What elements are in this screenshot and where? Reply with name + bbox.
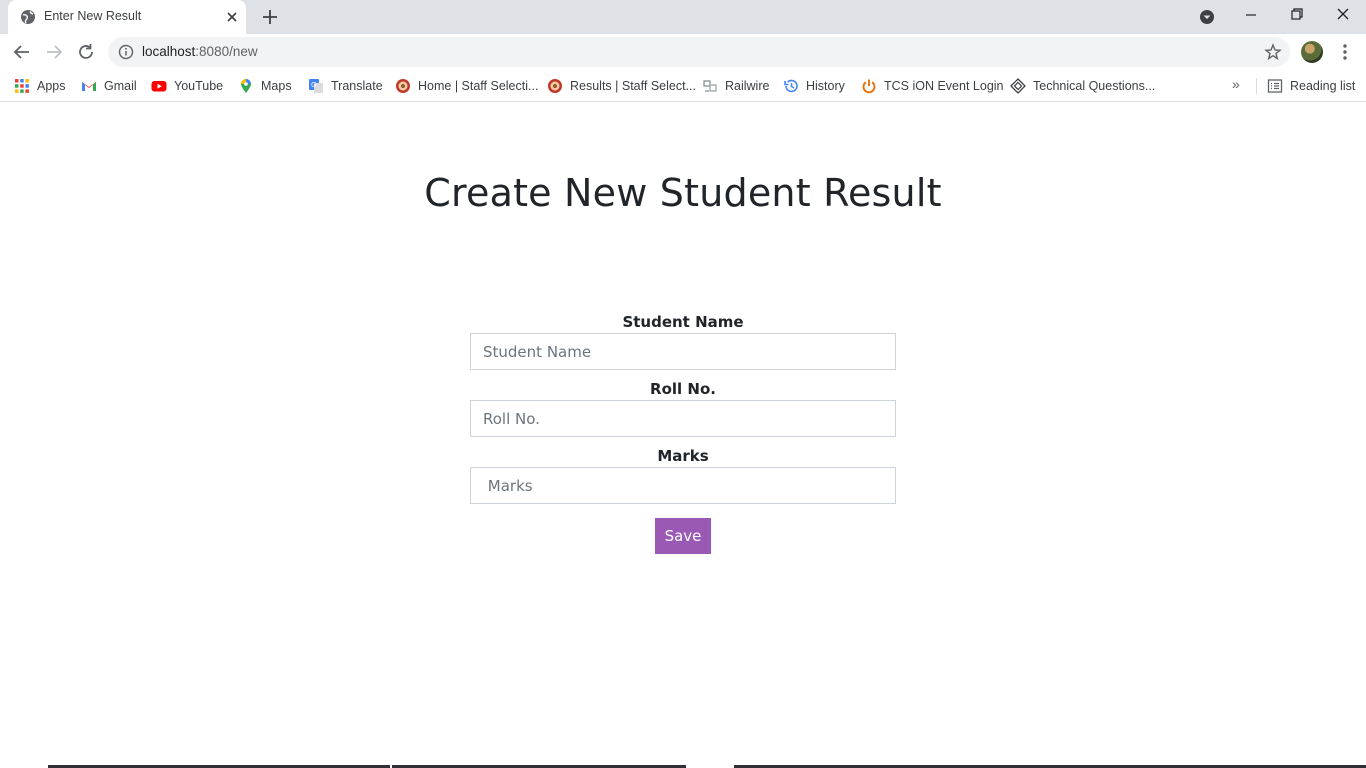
reading-list-icon bbox=[1267, 79, 1283, 93]
reading-list-button[interactable]: Reading list bbox=[1267, 76, 1355, 96]
address-bar[interactable]: localhost:8080/new bbox=[108, 37, 1290, 67]
bookmark-label: TCS iON Event Login bbox=[884, 79, 1004, 93]
bookmark-label: YouTube bbox=[174, 79, 224, 93]
url-host: localhost bbox=[142, 44, 196, 59]
page-title: Create New Student Result bbox=[424, 171, 942, 215]
power-icon bbox=[862, 79, 876, 94]
bookmark-apps[interactable]: Apps bbox=[14, 76, 66, 96]
bookmark-label: Maps bbox=[261, 79, 292, 93]
bookmark-maps[interactable]: Maps bbox=[238, 76, 292, 96]
info-icon[interactable] bbox=[118, 44, 134, 60]
svg-text:G: G bbox=[311, 81, 316, 89]
bookmark-technical-questions[interactable]: Technical Questions... bbox=[1010, 76, 1155, 96]
back-arrow-icon[interactable] bbox=[11, 41, 33, 63]
maps-icon bbox=[241, 79, 251, 93]
profile-avatar[interactable] bbox=[1301, 41, 1323, 63]
bookmark-gmail[interactable]: Gmail bbox=[81, 76, 137, 96]
save-button[interactable]: Save bbox=[655, 518, 711, 554]
page-content: Create New Student Result Student Name R… bbox=[0, 103, 1366, 768]
close-window-icon[interactable] bbox=[1320, 0, 1366, 34]
tab-search-icon[interactable] bbox=[1184, 0, 1230, 34]
url-text: localhost:8080/new bbox=[142, 44, 258, 59]
apps-grid-icon bbox=[15, 79, 29, 93]
reading-list-label: Reading list bbox=[1290, 79, 1356, 93]
reload-icon[interactable] bbox=[75, 41, 97, 63]
restore-icon[interactable] bbox=[1274, 0, 1320, 34]
ssc-emblem-icon bbox=[548, 79, 562, 93]
tab-active[interactable]: Enter New Result bbox=[8, 0, 246, 34]
bookmark-ssc-results[interactable]: Results | Staff Select... bbox=[547, 76, 696, 96]
bookmark-label: Railwire bbox=[725, 79, 770, 93]
bookmark-label: Translate bbox=[331, 79, 383, 93]
browser-chrome: Enter New Result localhost:8080/new Apps… bbox=[0, 0, 1366, 103]
bookmark-railwire[interactable]: Railwire bbox=[702, 76, 769, 96]
minimize-icon[interactable] bbox=[1228, 0, 1274, 34]
marks-input[interactable] bbox=[470, 467, 896, 504]
bookmark-label: Apps bbox=[37, 79, 66, 93]
student-name-input[interactable] bbox=[470, 333, 896, 370]
more-bookmarks-chevron-icon[interactable]: » bbox=[1232, 76, 1250, 96]
history-icon bbox=[784, 79, 798, 93]
tab-strip: Enter New Result bbox=[0, 0, 1366, 34]
bookmark-label: Gmail bbox=[104, 79, 137, 93]
close-tab-icon[interactable] bbox=[223, 8, 241, 26]
result-form: Student Name Roll No. Marks Save bbox=[470, 311, 896, 554]
bookmark-ssc-home[interactable]: Home | Staff Selecti... bbox=[395, 76, 538, 96]
bookmarks-divider bbox=[1256, 78, 1257, 94]
bookmark-label: Home | Staff Selecti... bbox=[418, 79, 539, 93]
bookmark-label: History bbox=[806, 79, 845, 93]
forward-arrow-icon[interactable] bbox=[43, 41, 65, 63]
ssc-emblem-icon bbox=[396, 79, 410, 93]
roll-no-input[interactable] bbox=[470, 400, 896, 437]
bookmark-tcs-ion[interactable]: TCS iON Event Login bbox=[861, 76, 1004, 96]
gmail-icon bbox=[82, 82, 96, 91]
diamond-icon bbox=[1010, 78, 1026, 94]
bookmark-label: Technical Questions... bbox=[1033, 79, 1156, 93]
more-vert-icon[interactable] bbox=[1335, 41, 1355, 63]
bookmarks-bar: Apps Gmail YouTube Maps G Translate Home… bbox=[0, 70, 1366, 102]
bookmark-history[interactable]: History bbox=[783, 76, 845, 96]
roll-no-label: Roll No. bbox=[650, 380, 716, 398]
bookmark-translate[interactable]: G Translate bbox=[308, 76, 383, 96]
marks-label: Marks bbox=[657, 447, 709, 465]
bookmark-star-icon[interactable] bbox=[1264, 43, 1282, 61]
railwire-icon bbox=[703, 80, 717, 92]
tab-title: Enter New Result bbox=[44, 9, 142, 23]
url-path: :8080/new bbox=[195, 44, 258, 59]
student-name-label: Student Name bbox=[622, 313, 744, 331]
new-tab-icon[interactable] bbox=[259, 6, 281, 28]
toolbar: localhost:8080/new bbox=[0, 34, 1366, 70]
globe-icon bbox=[21, 10, 35, 24]
bookmark-label: Results | Staff Select... bbox=[570, 79, 696, 93]
youtube-icon bbox=[151, 81, 167, 92]
bookmark-youtube[interactable]: YouTube bbox=[151, 76, 223, 96]
translate-icon: G bbox=[309, 79, 323, 93]
